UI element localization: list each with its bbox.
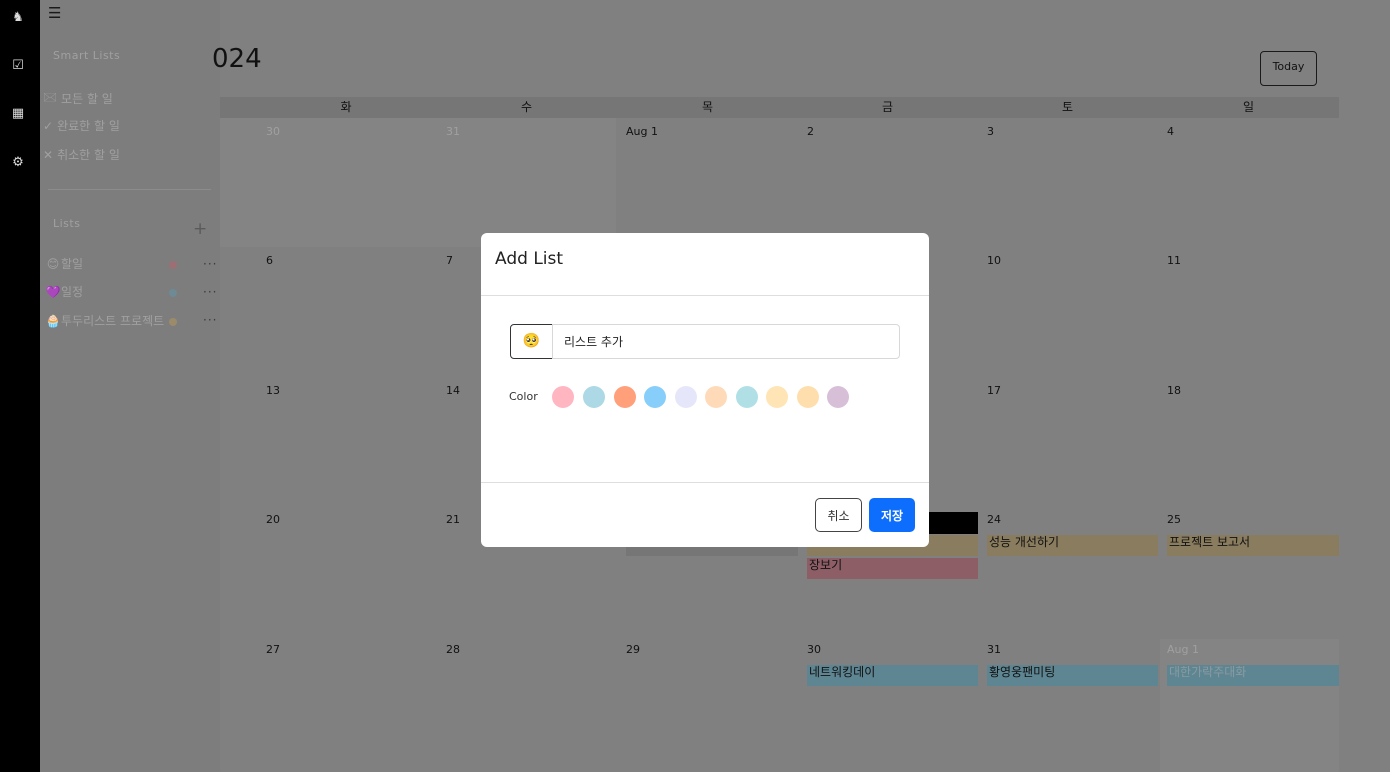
list-label: 할일 xyxy=(61,257,84,271)
date-number[interactable]: 30 xyxy=(266,125,280,138)
color-swatch[interactable] xyxy=(705,386,727,408)
weekday-header: 화 수 목 금 토 일 xyxy=(220,97,1339,118)
smart-item-label: 모든 할 일 xyxy=(61,92,113,106)
lists-heading: Lists xyxy=(53,217,81,230)
more-icon[interactable]: ··· xyxy=(203,257,217,271)
weekday-label: 목 xyxy=(701,100,714,114)
sidebar: ☰ Smart Lists 🖂 모든 할 일 ✓ 완료한 할 일 ✕ 취소한 할… xyxy=(40,0,220,772)
list-emoji: 🧁 xyxy=(45,314,61,328)
list-label: 일정 xyxy=(61,285,84,299)
list-emoji: 😊 xyxy=(46,257,60,271)
weekday-label: 금 xyxy=(881,100,894,114)
event-bar[interactable]: 장보기 xyxy=(807,558,978,579)
color-swatch[interactable] xyxy=(675,386,697,408)
smart-lists-heading: Smart Lists xyxy=(53,49,121,62)
date-number[interactable]: 17 xyxy=(987,384,1001,397)
color-swatch[interactable] xyxy=(827,386,849,408)
date-number[interactable]: 13 xyxy=(266,384,280,397)
date-number[interactable]: 18 xyxy=(1167,384,1181,397)
list-color-dot xyxy=(169,318,177,326)
x-icon: ✕ xyxy=(43,147,54,162)
date-number[interactable]: 3 xyxy=(987,125,994,138)
list-name-input[interactable] xyxy=(552,324,900,359)
tasks-icon[interactable]: ☑ xyxy=(10,58,26,74)
date-number[interactable]: 29 xyxy=(626,643,640,656)
check-icon: ✓ xyxy=(43,118,54,133)
sidebar-list-item[interactable]: 💜일정 xyxy=(45,282,215,302)
calendar-icon[interactable]: ▦ xyxy=(10,106,26,122)
date-number[interactable]: 25 xyxy=(1167,513,1181,526)
cancel-button[interactable]: 취소 xyxy=(815,498,862,532)
date-number[interactable]: 11 xyxy=(1167,254,1181,267)
smart-item-label: 완료한 할 일 xyxy=(57,119,120,133)
list-label: 투두리스트 프로젝트 xyxy=(61,314,165,328)
more-icon[interactable]: ··· xyxy=(203,285,217,299)
date-number[interactable]: 30 xyxy=(807,643,821,656)
more-icon[interactable]: ··· xyxy=(203,313,217,327)
today-button[interactable]: Today xyxy=(1260,51,1317,86)
menu-icon[interactable]: ☰ xyxy=(48,4,61,22)
sidebar-divider xyxy=(48,189,211,190)
emoji-picker-button[interactable]: 🥺 xyxy=(510,324,553,359)
date-number[interactable]: Aug 1 xyxy=(626,125,658,138)
modal-header-divider xyxy=(481,295,929,296)
date-number[interactable]: 7 xyxy=(446,254,453,267)
smart-item-label: 취소한 할 일 xyxy=(57,148,120,162)
event-bar[interactable]: 대한가락주대화 xyxy=(1167,665,1339,686)
date-number[interactable]: 31 xyxy=(987,643,1001,656)
color-swatch[interactable] xyxy=(766,386,788,408)
weekday-label: 일 xyxy=(1242,100,1255,114)
color-swatch[interactable] xyxy=(736,386,758,408)
date-number[interactable]: 28 xyxy=(446,643,460,656)
date-number[interactable]: 21 xyxy=(446,513,460,526)
add-list-icon[interactable]: + xyxy=(193,219,207,239)
sidebar-list-item[interactable]: 🧁투두리스트 프로젝트 xyxy=(45,311,170,331)
brand-logo-icon[interactable]: ♞ xyxy=(10,10,26,26)
smart-item-completed[interactable]: ✓ 완료한 할 일 xyxy=(43,117,120,134)
smart-item-cancelled[interactable]: ✕ 취소한 할 일 xyxy=(43,146,120,163)
date-number[interactable]: Aug 1 xyxy=(1167,643,1199,656)
app-rail: ♞ ☑ ▦ ⚙ xyxy=(0,0,40,772)
calendar-cell-bg xyxy=(1160,639,1339,772)
date-number[interactable]: 6 xyxy=(266,254,273,267)
weekday-label: 수 xyxy=(520,100,533,114)
add-list-modal: Add List 🥺 Color 취소 저장 xyxy=(481,233,929,547)
date-number[interactable]: 31 xyxy=(446,125,460,138)
date-number[interactable]: 20 xyxy=(266,513,280,526)
color-label: Color xyxy=(509,390,538,403)
color-swatch[interactable] xyxy=(644,386,666,408)
event-bar[interactable]: 황영웅팬미팅 xyxy=(987,665,1158,686)
modal-title: Add List xyxy=(495,249,564,269)
save-button[interactable]: 저장 xyxy=(869,498,915,532)
event-bar[interactable]: 성능 개선하기 xyxy=(987,535,1158,556)
weekday-label: 토 xyxy=(1061,100,1074,114)
smart-item-all[interactable]: 🖂 모든 할 일 xyxy=(43,88,113,109)
date-number[interactable]: 10 xyxy=(987,254,1001,267)
event-bar[interactable]: 프로젝트 보고서 xyxy=(1167,535,1339,556)
list-emoji: 💜 xyxy=(45,285,61,299)
list-color-dot xyxy=(169,289,177,297)
inbox-icon: 🖂 xyxy=(43,90,58,104)
date-number[interactable]: 14 xyxy=(446,384,460,397)
list-color-dot xyxy=(169,261,177,269)
settings-icon[interactable]: ⚙ xyxy=(10,155,26,171)
date-number[interactable]: 2 xyxy=(807,125,814,138)
weekday-label: 화 xyxy=(340,100,352,114)
event-bar[interactable]: 네트워킹데이 xyxy=(807,665,978,686)
date-number[interactable]: 27 xyxy=(266,643,280,656)
modal-footer-divider xyxy=(481,482,929,483)
date-number[interactable]: 4 xyxy=(1167,125,1174,138)
sidebar-list-item[interactable]: 😊 할일 xyxy=(45,254,215,274)
color-swatch[interactable] xyxy=(552,386,574,408)
calendar-title: 024 xyxy=(212,44,262,74)
date-number[interactable]: 24 xyxy=(987,513,1001,526)
color-swatch[interactable] xyxy=(583,386,605,408)
color-swatch[interactable] xyxy=(797,386,819,408)
color-swatch[interactable] xyxy=(614,386,636,408)
